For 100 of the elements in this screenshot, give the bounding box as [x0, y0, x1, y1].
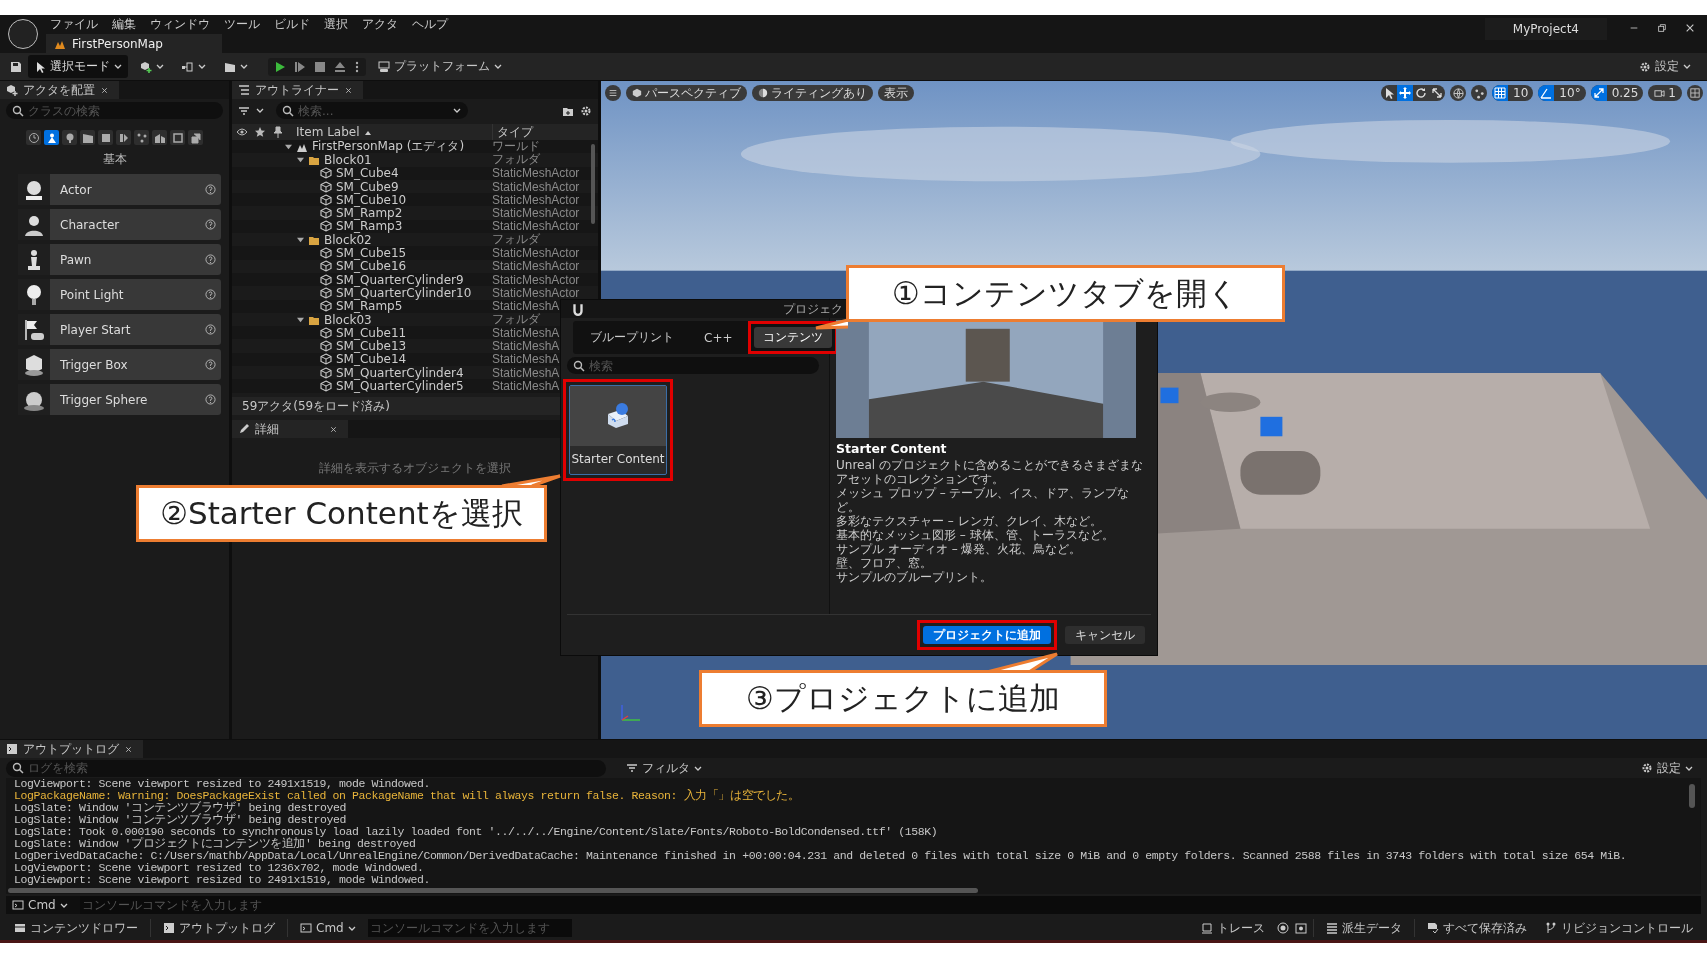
cmd-dropdown[interactable]: Cmd — [6, 895, 74, 915]
category-tab[interactable] — [134, 130, 149, 145]
view-dropdown[interactable]: 表示 — [878, 85, 914, 101]
filter-dropdown[interactable]: フィルタ — [620, 756, 708, 780]
search-field[interactable]: 検索 — [567, 357, 819, 374]
console-input[interactable]: コンソールコマンドを入力します — [79, 896, 1701, 914]
item-label[interactable]: SM_Cube14 — [336, 352, 407, 367]
category-icon — [171, 131, 184, 144]
column-header[interactable]: Item Label — [296, 125, 360, 139]
scrollbar[interactable] — [591, 144, 595, 224]
item-label[interactable]: SM_Cube13 — [336, 339, 407, 354]
item-label[interactable]: SM_QuarterCylinder5 — [336, 379, 464, 393]
actor-item[interactable]: Point Light — [18, 279, 221, 310]
revision-control-button[interactable]: リビジョンコントロール — [1539, 916, 1699, 940]
item-label[interactable]: SM_Ramp5 — [336, 299, 403, 314]
item-label[interactable]: SM_Cube16 — [336, 259, 407, 274]
content-drawer-button[interactable]: コンテンツドロワー — [8, 916, 144, 940]
category-tab[interactable] — [44, 130, 59, 145]
screenshot-icon — [1295, 922, 1307, 934]
category-tab[interactable] — [62, 130, 77, 145]
category-tab[interactable] — [26, 130, 41, 145]
category-tab[interactable] — [152, 130, 167, 145]
menu-item[interactable]: 編集 — [112, 15, 136, 33]
output-log-button[interactable]: アウトプットログ — [157, 916, 281, 940]
view-dropdown[interactable]: パースペクティブ — [626, 85, 747, 101]
camera-speed-button[interactable]: 1 — [1648, 85, 1682, 101]
item-label[interactable]: SM_QuarterCylinder4 — [336, 365, 464, 380]
cancel-button[interactable]: キャンセル — [1065, 626, 1145, 644]
item-label[interactable]: SM_QuarterCylinder10 — [336, 285, 472, 300]
cube-icon — [320, 366, 332, 379]
category-tab[interactable] — [116, 130, 131, 145]
item-label[interactable]: SM_Cube4 — [336, 166, 399, 181]
item-label[interactable]: SM_Cube15 — [336, 246, 407, 261]
expand-arrow-icon[interactable] — [285, 143, 292, 151]
category-tab[interactable] — [80, 130, 95, 145]
log-line: LogSlate: Window 'プロジェクトにコンテンツを追加' being destroyed — [14, 838, 417, 850]
actor-item[interactable]: Actor — [18, 174, 221, 205]
dialog-tab[interactable]: C++ — [695, 328, 742, 347]
expand-arrow-icon[interactable] — [297, 236, 304, 244]
mode-dropdown[interactable]: 選択モード — [28, 55, 128, 78]
close-icon — [100, 85, 109, 95]
cube-icon — [22, 352, 46, 377]
item-label[interactable]: SM_QuarterCylinder9 — [336, 272, 464, 287]
menu-item[interactable]: ヘルプ — [412, 15, 448, 33]
engine-logo-icon — [571, 302, 585, 316]
cmd-dropdown[interactable]: Cmd — [294, 918, 362, 938]
item-label[interactable]: Block01 — [324, 152, 372, 167]
expand-arrow-icon[interactable] — [297, 316, 304, 323]
actor-item[interactable]: Trigger Sphere — [18, 384, 221, 415]
actor-item[interactable]: Player Start — [18, 314, 221, 345]
actor-item[interactable]: Character — [18, 209, 221, 240]
menu-item[interactable]: ウィンドウ — [150, 15, 210, 33]
save-status-button[interactable]: すべて保存済み — [1421, 916, 1533, 940]
caret-icon — [59, 902, 68, 908]
menu-item[interactable]: ファイル — [50, 15, 98, 33]
actor-item[interactable]: Trigger Box — [18, 349, 221, 380]
search-field[interactable]: クラスの検索 — [6, 102, 223, 119]
platforms-dropdown[interactable]: プラットフォーム — [372, 55, 508, 78]
log-line: LogViewport: Scene viewport resized to 2491x1519, mode Windowed. — [14, 778, 432, 790]
scrollbar[interactable] — [8, 888, 978, 893]
item-type: StaticMeshA — [492, 299, 560, 314]
item-label[interactable]: SM_Cube11 — [336, 325, 407, 340]
close-icon — [329, 424, 338, 434]
app-logo[interactable] — [8, 19, 38, 49]
transform-tool[interactable] — [1397, 85, 1414, 101]
menu-item[interactable]: ビルド — [274, 15, 310, 33]
search-field[interactable]: 検索... — [276, 102, 468, 119]
item-type: StaticMeshActor — [492, 206, 580, 221]
view-dropdown[interactable]: ライティングあり — [752, 85, 873, 101]
terminal-icon — [12, 899, 24, 911]
category-tab[interactable] — [188, 130, 203, 145]
item-label[interactable]: SM_Ramp3 — [336, 219, 403, 234]
item-label[interactable]: Block03 — [324, 312, 372, 327]
dialog-tab[interactable]: コンテンツ — [753, 327, 832, 348]
add-to-project-button[interactable]: プロジェクトに追加 — [923, 626, 1051, 644]
console-input[interactable]: コンソールコマンドを入力します — [367, 919, 572, 937]
dialog-tab[interactable]: ブループリント — [581, 327, 683, 348]
cube-icon — [320, 273, 332, 286]
snap-toggle[interactable] — [1538, 85, 1555, 101]
menu-item[interactable]: ツール — [224, 15, 260, 33]
item-label[interactable]: Block02 — [324, 232, 372, 247]
item-label[interactable]: SM_Cube10 — [336, 192, 407, 207]
menu-item[interactable]: 選択 — [324, 15, 348, 33]
snap-toggle[interactable] — [1492, 85, 1509, 101]
scrollbar[interactable] — [1689, 784, 1695, 808]
derived-data-button[interactable]: 派生データ — [1320, 916, 1408, 940]
item-label[interactable]: SM_Cube9 — [336, 179, 399, 194]
menu-item[interactable]: アクタ — [362, 15, 398, 33]
actor-item[interactable]: Pawn — [18, 244, 221, 275]
level-tab[interactable]: FirstPersonMap — [46, 34, 222, 53]
item-label[interactable]: SM_Ramp2 — [336, 206, 403, 221]
category-tab[interactable] — [98, 130, 113, 145]
content-pack-tile[interactable]: Starter Content — [569, 385, 667, 475]
caret-icon — [347, 925, 356, 931]
pencil-icon — [238, 423, 250, 435]
category-tab[interactable] — [170, 130, 185, 145]
settings-dropdown[interactable]: 設定 — [1633, 55, 1697, 78]
expand-arrow-icon[interactable] — [297, 156, 304, 164]
trace-button[interactable]: トレース — [1195, 916, 1271, 940]
snap-icon — [1473, 87, 1485, 99]
